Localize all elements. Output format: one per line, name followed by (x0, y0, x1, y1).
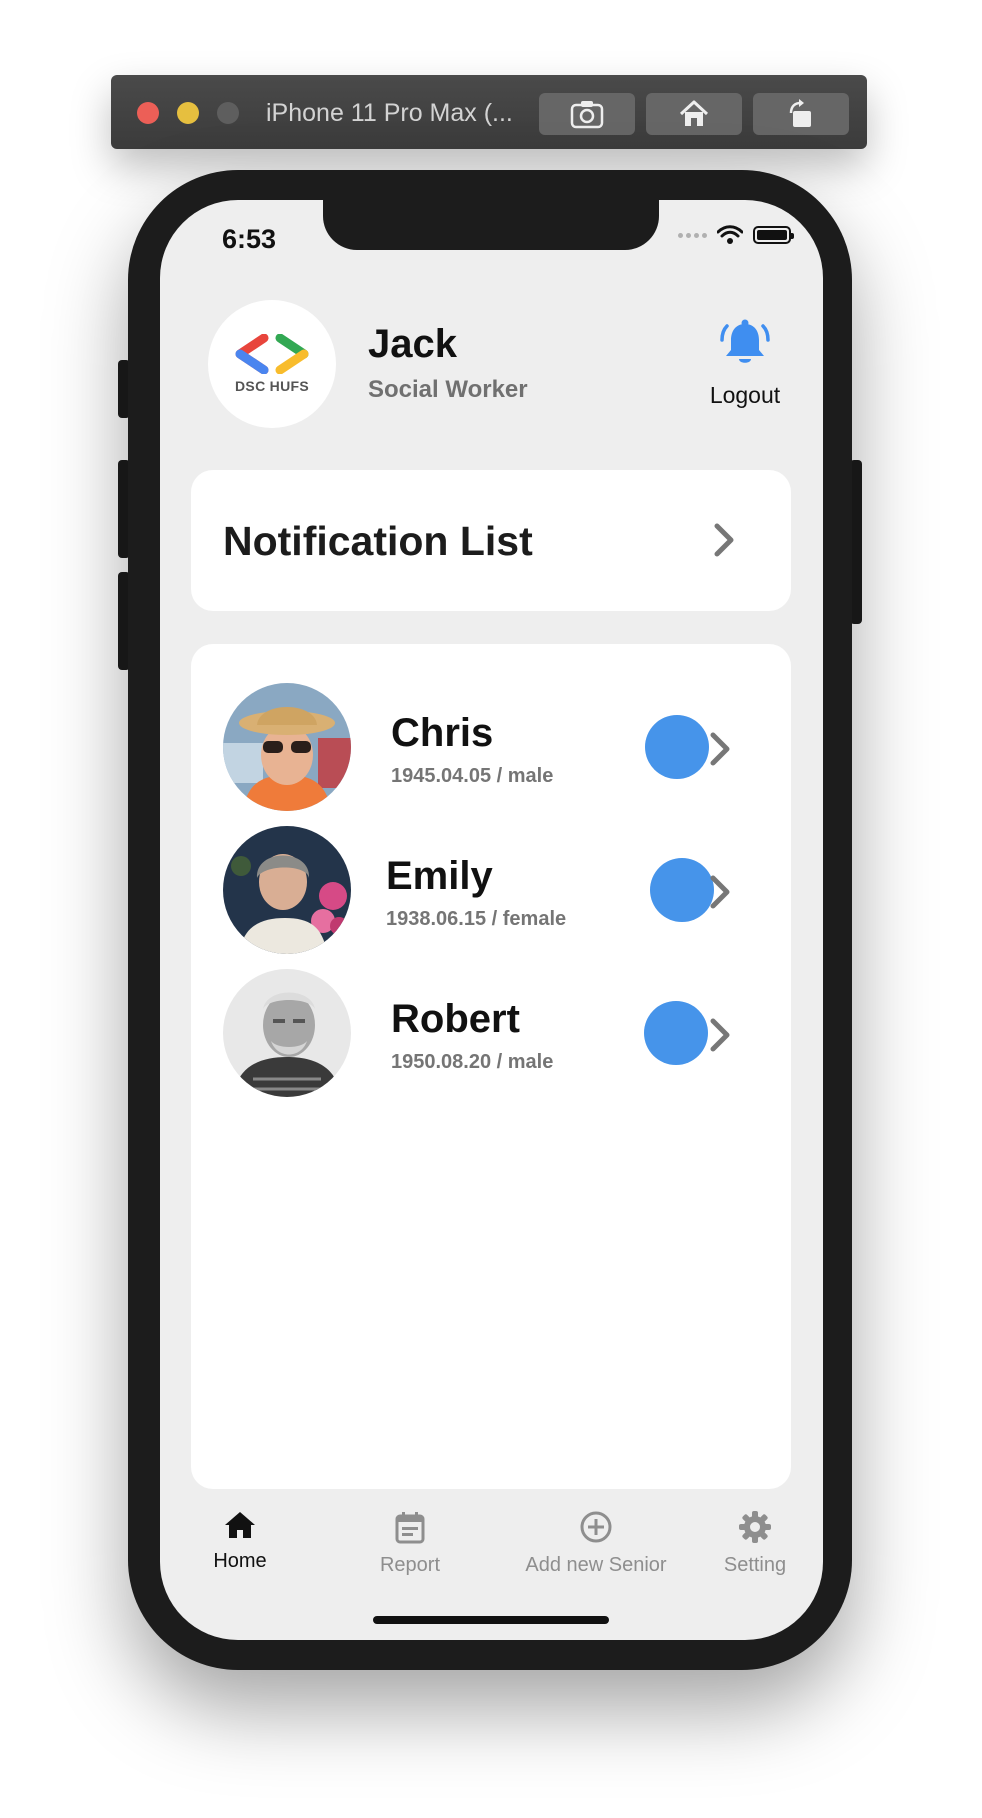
calendar-icon (395, 1512, 425, 1544)
tab-home[interactable]: Home (195, 1510, 285, 1573)
logo-text: DSC HUFS (235, 378, 309, 394)
logout-label: Logout (709, 382, 781, 408)
chevron-right-icon (714, 523, 734, 557)
notch (323, 200, 659, 250)
gear-icon (739, 1511, 771, 1543)
senior-info: 1945.04.05 / male (391, 765, 554, 787)
tab-add-new-senior[interactable]: Add new Senior (506, 1510, 686, 1577)
zoom-window-button[interactable] (217, 102, 239, 124)
dsc-hufs-logo: DSC HUFS (208, 300, 336, 428)
rotate-icon (789, 99, 811, 127)
user-name: Jack (368, 322, 457, 366)
status-time: 6:53 (222, 224, 277, 254)
avatar (223, 826, 351, 954)
tab-label: Report (379, 1554, 441, 1576)
senior-list-card: Chris 1945.04.05 / male Emily 1938.06.15… (191, 644, 791, 1489)
senior-name: Robert (391, 997, 520, 1041)
senior-name: Chris (391, 711, 494, 755)
wifi-icon (717, 225, 743, 244)
code-brackets-icon (235, 334, 309, 374)
status-dot (644, 1001, 708, 1065)
battery-icon (753, 226, 794, 244)
rotate-button[interactable] (753, 93, 849, 135)
simulator-toolbar: iPhone 11 Pro Max (... (111, 75, 867, 149)
senior-row-emily[interactable]: Emily 1938.06.15 / female (223, 826, 783, 956)
screenshot-button[interactable] (539, 93, 635, 135)
senior-row-robert[interactable]: Robert 1950.08.20 / male (223, 969, 783, 1099)
chevron-right-icon (710, 1018, 730, 1052)
add-circle-icon (580, 1511, 612, 1543)
bell-ring-icon (720, 319, 770, 363)
home-indicator (373, 1616, 609, 1624)
chevron-right-icon (710, 875, 730, 909)
tab-report[interactable]: Report (365, 1510, 455, 1577)
bottom-tab-bar: Home Report Add new Senior Setting (160, 1510, 823, 1610)
tab-label: Home (213, 1550, 267, 1572)
status-dot (650, 858, 714, 922)
status-dot (645, 715, 709, 779)
senior-info: 1938.06.15 / female (386, 908, 567, 930)
user-role: Social Worker (368, 376, 528, 403)
simulator-title: iPhone 11 Pro Max (... (266, 99, 513, 127)
home-icon (679, 100, 709, 126)
screenshot-icon (570, 101, 604, 129)
tab-label: Setting (723, 1554, 787, 1576)
tab-setting[interactable]: Setting (700, 1510, 810, 1577)
tab-label: Add new Senior (525, 1554, 667, 1576)
senior-info: 1950.08.20 / male (391, 1051, 554, 1073)
home-button[interactable] (646, 93, 742, 135)
avatar (223, 683, 351, 811)
app-screen: 6:53 DSC HUFS Jack Social Worker Logout (160, 200, 823, 1640)
senior-row-chris[interactable]: Chris 1945.04.05 / male (223, 683, 783, 813)
status-icons (678, 225, 794, 245)
close-window-button[interactable] (137, 102, 159, 124)
signal-icon (678, 232, 707, 238)
home-icon (225, 1512, 255, 1538)
chevron-right-icon (710, 732, 730, 766)
notification-list-card[interactable]: Notification List (191, 470, 791, 611)
senior-name: Emily (386, 854, 493, 898)
avatar (223, 969, 351, 1097)
notification-list-title: Notification List (223, 518, 533, 564)
minimize-window-button[interactable] (177, 102, 199, 124)
logout-button[interactable]: Logout (685, 318, 805, 409)
